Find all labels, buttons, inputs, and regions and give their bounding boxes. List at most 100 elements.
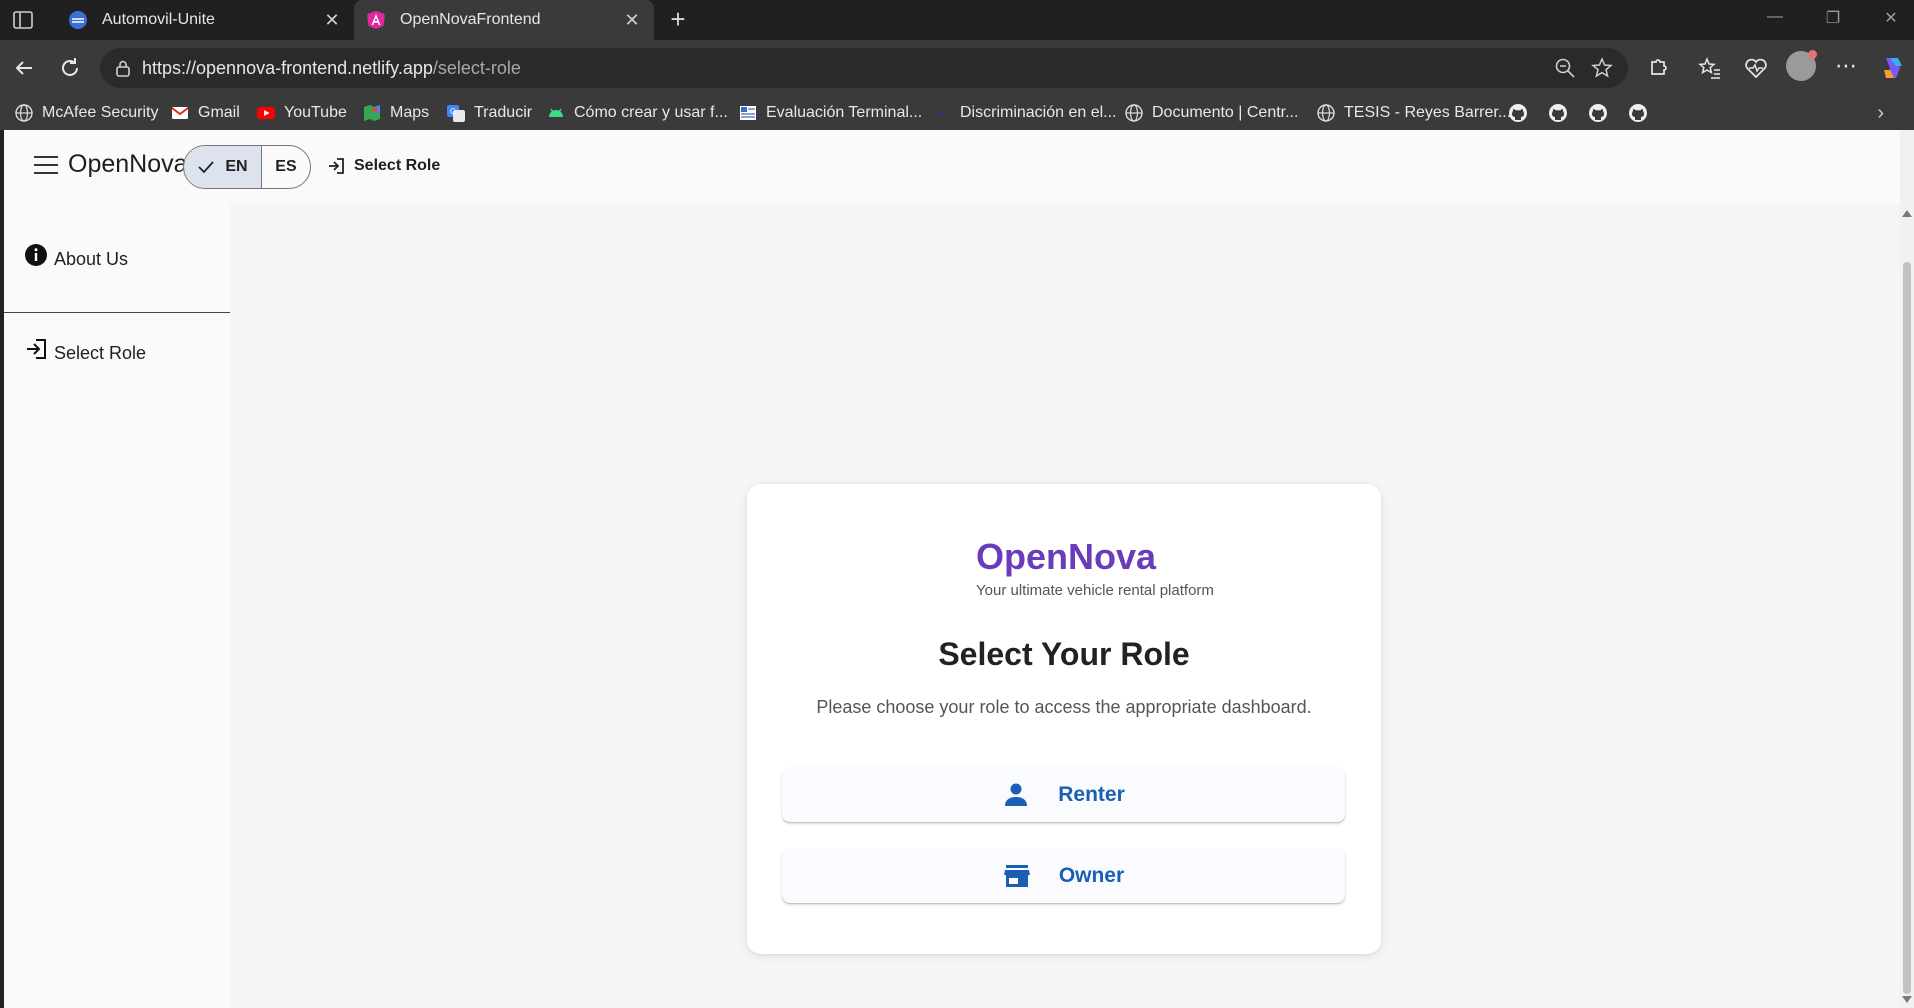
page-viewport: OpenNova EN ES Select Role About Us Sele…: [4, 130, 1900, 1008]
bookmark-label: Evaluación Terminal...: [766, 104, 923, 121]
bookmark-gmail[interactable]: Gmail: [170, 102, 240, 124]
lang-option-en[interactable]: EN: [184, 146, 262, 188]
edge-globe-icon: [69, 11, 87, 29]
card-tagline: Your ultimate vehicle rental platform: [976, 582, 1214, 599]
store-icon: [1003, 864, 1030, 887]
sidebar-item-about-us[interactable]: About Us: [4, 232, 230, 286]
lang-label: EN: [225, 158, 248, 175]
bookmark-discriminacion[interactable]: Discriminación en el...: [932, 102, 1117, 124]
app-brand[interactable]: OpenNova: [68, 150, 188, 179]
app-toolbar: OpenNova EN ES Select Role: [4, 130, 1900, 204]
bookmark-como-crear[interactable]: Cómo crear y usar f...: [546, 102, 728, 124]
globe-icon: [1125, 104, 1143, 122]
bookmark-label: Cómo crear y usar f...: [574, 104, 728, 121]
angular-icon: [367, 11, 385, 29]
bookmark-label: TESIS - Reyes Barrer...: [1344, 104, 1512, 121]
tab-title: OpenNovaFrontend: [400, 11, 541, 28]
back-arrow-icon[interactable]: [10, 54, 38, 82]
scrollbar-thumb[interactable]: [1903, 262, 1911, 994]
browser-toolbar: https://opennova-frontend.netlify.app/se…: [0, 40, 1914, 96]
bookmark-label: Maps: [390, 104, 430, 121]
bookmark-mcafee[interactable]: McAfee Security: [14, 102, 158, 124]
bookmark-documento[interactable]: Documento | Centr...: [1124, 102, 1298, 124]
scroll-down-arrow-icon[interactable]: [1902, 996, 1912, 1003]
address-host: https://opennova-frontend.netlify.app: [142, 58, 433, 78]
bookmark-tesis[interactable]: TESIS - Reyes Barrer...: [1316, 102, 1511, 124]
toolbar-select-role-link[interactable]: Select Role: [326, 156, 440, 176]
bookmark-github-1[interactable]: [1508, 102, 1536, 124]
extensions-icon[interactable]: [1644, 54, 1672, 82]
github-icon: [1549, 104, 1567, 122]
gmail-icon: [171, 107, 189, 119]
tab-opennova-frontend[interactable]: OpenNovaFrontend ✕: [354, 0, 654, 40]
dot-icon: [939, 110, 945, 116]
person-icon: [1005, 783, 1028, 806]
favorites-icon[interactable]: [1696, 54, 1724, 82]
bookmark-github-4[interactable]: [1628, 102, 1656, 124]
close-icon[interactable]: ✕: [622, 10, 642, 31]
toolbar-link-label: Select Role: [354, 157, 441, 174]
menu-icon[interactable]: [34, 156, 58, 176]
android-icon: [549, 108, 563, 117]
bookmark-label: Traducir: [474, 104, 533, 121]
sidebar-item-label: About Us: [54, 248, 129, 269]
bookmark-youtube[interactable]: YouTube: [256, 102, 347, 124]
favorite-star-icon[interactable]: [1590, 56, 1614, 80]
new-tab-button[interactable]: +: [664, 6, 692, 34]
bookmark-maps[interactable]: Maps: [362, 102, 429, 124]
card-subtitle: Please choose your role to access the ap…: [816, 697, 1312, 717]
bookmarks-bar: McAfee Security Gmail YouTube Maps G Tra…: [0, 96, 1914, 130]
globe-icon: [15, 104, 33, 122]
sidebar-divider: [4, 312, 230, 313]
scroll-up-arrow-icon[interactable]: [1902, 210, 1912, 217]
svg-text:G: G: [450, 107, 456, 116]
copilot-icon[interactable]: [1878, 54, 1906, 82]
check-icon: [198, 161, 215, 174]
github-icon: [1629, 104, 1647, 122]
close-icon[interactable]: ✕: [322, 10, 342, 31]
tab-automovil-unite[interactable]: Automovil-Unite ✕: [56, 0, 354, 40]
browser-tab-bar: Automovil-Unite ✕ OpenNovaFrontend ✕ + —…: [0, 0, 1914, 40]
sidebar-item-select-role[interactable]: Select Role: [4, 326, 230, 380]
maps-icon: [364, 105, 380, 121]
github-icon: [1509, 104, 1527, 122]
lang-label: ES: [275, 158, 297, 175]
renter-button[interactable]: Renter: [782, 767, 1345, 822]
chevron-right-icon[interactable]: ›: [1877, 102, 1884, 125]
tab-actions-icon[interactable]: [12, 9, 34, 31]
renter-label: Renter: [1058, 782, 1125, 806]
language-toggle[interactable]: EN ES: [183, 145, 311, 189]
restore-icon[interactable]: ❐: [1818, 8, 1848, 32]
address-url: https://opennova-frontend.netlify.app/se…: [142, 58, 521, 79]
owner-button[interactable]: Owner: [782, 848, 1345, 903]
sidebar-item-label: Select Role: [54, 342, 147, 363]
translate-icon: G: [447, 105, 465, 122]
bookmark-label: YouTube: [284, 104, 347, 121]
more-menu-icon[interactable]: ⋯: [1832, 54, 1860, 82]
minimize-icon[interactable]: —: [1760, 8, 1790, 32]
youtube-icon: [257, 107, 275, 119]
bookmark-github-2[interactable]: [1548, 102, 1576, 124]
bookmark-label: Documento | Centr...: [1152, 104, 1299, 121]
bookmark-github-3[interactable]: [1588, 102, 1616, 124]
reload-icon[interactable]: [56, 54, 84, 82]
github-icon: [1589, 104, 1607, 122]
bookmark-label: McAfee Security: [42, 104, 159, 121]
site-info-icon[interactable]: [114, 59, 132, 77]
window-close-icon[interactable]: ✕: [1876, 8, 1906, 32]
main-content: OpenNova Your ultimate vehicle rental pl…: [230, 204, 1900, 1008]
tab-title: Automovil-Unite: [102, 11, 215, 28]
lang-option-es[interactable]: ES: [262, 146, 310, 188]
zoom-out-icon[interactable]: [1554, 57, 1576, 79]
doc-icon: [740, 106, 756, 120]
login-icon: [329, 158, 344, 174]
bookmark-label: Gmail: [198, 104, 240, 121]
bookmark-traducir[interactable]: G Traducir: [446, 102, 532, 124]
profile-avatar-icon[interactable]: [1786, 50, 1817, 81]
address-bar[interactable]: https://opennova-frontend.netlify.app/se…: [100, 48, 1628, 88]
page-scrollbar[interactable]: [1900, 130, 1914, 1008]
info-icon: [25, 244, 47, 266]
browser-essentials-icon[interactable]: [1742, 54, 1770, 82]
bookmark-evaluacion[interactable]: Evaluación Terminal...: [738, 102, 922, 124]
role-card: OpenNova Your ultimate vehicle rental pl…: [747, 484, 1381, 954]
